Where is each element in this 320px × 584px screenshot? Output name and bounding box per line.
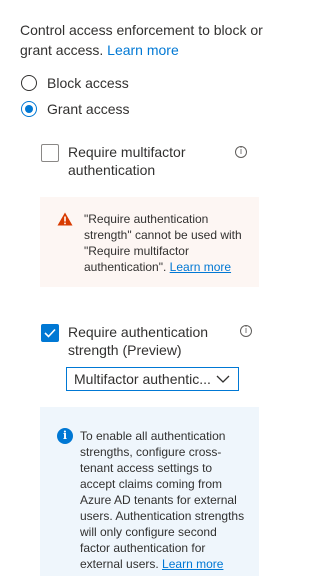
learn-more-link[interactable]: Learn more	[107, 42, 179, 58]
mfa-warning-banner: "Require authentication strength" cannot…	[40, 197, 259, 287]
grant-access-label: Grant access	[47, 101, 130, 117]
grant-access-radio[interactable]	[21, 101, 37, 117]
require-mfa-label: Require multifactor authentication	[68, 144, 186, 178]
warning-learn-more-link[interactable]: Learn more	[170, 260, 231, 274]
info-icon: i	[57, 428, 73, 444]
grant-access-option[interactable]: Grant access	[21, 99, 129, 119]
block-access-radio[interactable]	[21, 75, 37, 91]
require-auth-strength-option[interactable]: Require authentication strength (Preview…	[41, 323, 251, 359]
info-learn-more-link[interactable]: Learn more	[162, 557, 223, 571]
block-access-label: Block access	[47, 75, 129, 91]
warning-icon	[57, 212, 73, 226]
external-users-info-banner: i To enable all authentication strengths…	[40, 407, 259, 576]
checkmark-icon	[44, 328, 56, 338]
info-text: To enable all authentication strengths, …	[80, 429, 245, 571]
require-mfa-checkbox[interactable]	[41, 144, 59, 162]
chevron-down-icon	[216, 375, 230, 383]
block-access-option[interactable]: Block access	[21, 73, 129, 93]
auth-strength-info-icon[interactable]: i	[240, 325, 252, 337]
require-auth-strength-label: Require authentication strength (Preview…	[68, 324, 209, 358]
auth-strength-dropdown-value: Multifactor authentic...	[74, 371, 211, 387]
auth-strength-dropdown[interactable]: Multifactor authentic...	[66, 367, 239, 391]
mfa-info-icon[interactable]: i	[235, 146, 247, 158]
require-auth-strength-checkbox[interactable]	[41, 324, 59, 342]
access-description: Control access enforcement to block or g…	[20, 20, 270, 60]
require-mfa-option[interactable]: Require multifactor authentication	[41, 143, 251, 179]
